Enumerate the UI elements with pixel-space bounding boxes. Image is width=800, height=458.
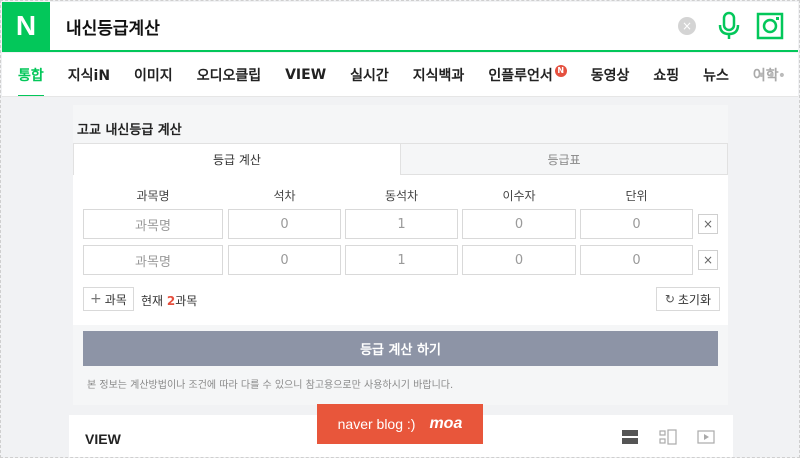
subject-row: 과목명 0 1 0 0 ×	[73, 245, 728, 275]
grade-calculator-card: 고교 내신등급 계산 등급 계산 등급표 과목명 석차 동석차 이수자 단위 과…	[73, 105, 728, 405]
grid-view-icon[interactable]	[659, 429, 677, 445]
unit-input[interactable]: 0	[580, 245, 693, 275]
students-input[interactable]: 0	[462, 209, 576, 239]
refresh-icon: ↻	[664, 292, 675, 306]
tab-realtime[interactable]: 실시간	[350, 53, 389, 96]
video-view-icon[interactable]	[697, 429, 715, 445]
disclaimer-text: 본 정보는 계산방법이나 조건에 따라 다를 수 있으니 참고용으로만 사용하시…	[87, 380, 454, 391]
tab-shopping[interactable]: 쇼핑	[653, 53, 679, 96]
new-badge: N	[554, 64, 567, 77]
subject-name-input[interactable]: 과목명	[83, 209, 223, 239]
smart-lens-icon[interactable]	[756, 12, 784, 40]
tab-grade-calc[interactable]: 등급 계산	[73, 143, 401, 175]
tab-news[interactable]: 뉴스	[703, 53, 729, 96]
header-students: 이수자	[502, 189, 536, 203]
clear-search-button[interactable]: ×	[678, 17, 696, 35]
browser-frame: N 내신등급계산 × 통합 지식iN 이미지 오디오클립 VIEW 실시간 지식…	[0, 0, 800, 458]
calculator-tabs: 등급 계산 등급표	[73, 143, 728, 175]
reset-label: 초기화	[677, 292, 711, 307]
rank-input[interactable]: 0	[228, 245, 341, 275]
tab-influencer[interactable]: 인플루언서 N	[488, 53, 567, 96]
header-subject: 과목명	[136, 189, 170, 203]
header-tie: 동석차	[384, 189, 419, 203]
rank-input[interactable]: 0	[228, 209, 341, 239]
delete-row-button[interactable]: ×	[698, 214, 718, 234]
blog-watermark: naver blog :) moa	[317, 404, 483, 444]
tab-video[interactable]: 동영상	[591, 53, 630, 96]
plus-icon: +	[90, 291, 102, 307]
tab-integrated[interactable]: 통합	[18, 53, 44, 96]
tab-kin[interactable]: 지식iN	[68, 53, 110, 96]
delete-row-button[interactable]: ×	[698, 250, 718, 270]
tab-images[interactable]: 이미지	[134, 53, 173, 96]
tie-rank-input[interactable]: 1	[345, 245, 458, 275]
add-subject-button[interactable]: + 과목	[83, 287, 134, 311]
grid-header: 과목명 석차 동석차 이수자 단위	[73, 187, 728, 205]
more-tabs-icon[interactable]: •••	[757, 68, 788, 84]
list-view-icon[interactable]	[621, 429, 639, 445]
search-input[interactable]: 내신등급계산	[66, 14, 678, 39]
search-tabs: 통합 지식iN 이미지 오디오클립 VIEW 실시간 지식백과 인플루언서 N 동…	[2, 53, 798, 97]
view-section-title: VIEW	[85, 431, 121, 447]
search-bar: N 내신등급계산 ×	[2, 2, 798, 52]
tab-encyclopedia[interactable]: 지식백과	[413, 53, 465, 96]
unit-input[interactable]: 0	[580, 209, 693, 239]
students-input[interactable]: 0	[462, 245, 576, 275]
tie-rank-input[interactable]: 1	[345, 209, 458, 239]
tab-view[interactable]: VIEW	[285, 53, 326, 96]
microphone-icon[interactable]	[716, 11, 742, 41]
subject-row: 과목명 0 1 0 0 ×	[73, 209, 728, 239]
tab-audioclip[interactable]: 오디오클립	[197, 53, 261, 96]
calculate-grade-button[interactable]: 등급 계산 하기	[83, 331, 718, 366]
subject-name-input[interactable]: 과목명	[83, 245, 223, 275]
subject-grid: 과목명 석차 동석차 이수자 단위 과목명 0 1 0 0 × 과목명 0 1 …	[73, 175, 728, 325]
reset-button[interactable]: ↻ 초기화	[655, 287, 720, 311]
subject-count-number: 2	[166, 294, 176, 308]
header-unit: 단위	[625, 189, 648, 203]
calculator-title: 고교 내신등급 계산	[77, 123, 182, 138]
add-subject-label: 과목	[104, 292, 127, 307]
header-rank: 석차	[273, 189, 296, 203]
subject-count: 현재 2과목	[141, 294, 198, 308]
naver-logo[interactable]: N	[2, 2, 50, 50]
tab-grade-table[interactable]: 등급표	[401, 143, 728, 175]
